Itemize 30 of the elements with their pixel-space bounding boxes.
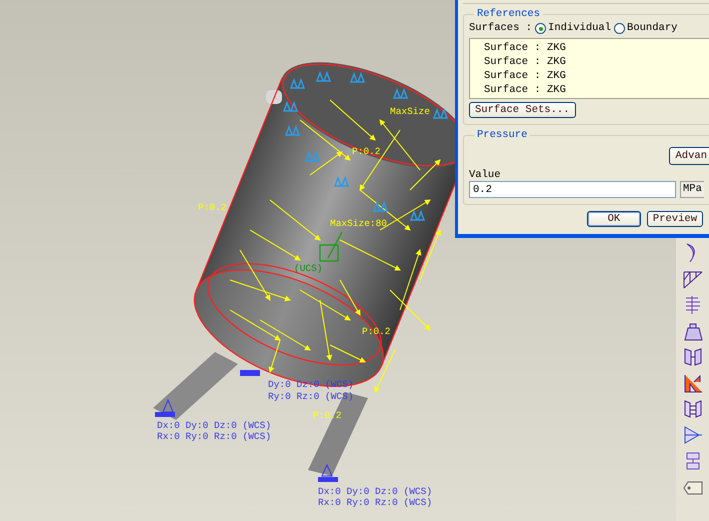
list-item[interactable]: Surface : ZKG bbox=[484, 69, 709, 83]
dialog-button[interactable]: OK bbox=[586, 211, 641, 227]
panel-icon[interactable] bbox=[682, 346, 704, 368]
radio-option[interactable]: Individual bbox=[535, 22, 612, 34]
model-annotation: Dx:0 Dy:0 Dz:0 (WCS) bbox=[318, 486, 432, 497]
model-annotation: (UCS) bbox=[294, 263, 323, 274]
group-title: Pressure bbox=[476, 129, 528, 141]
list-item[interactable]: Surface : ZKG bbox=[484, 41, 709, 55]
advanced-button[interactable]: Advan bbox=[669, 147, 709, 165]
surfaces-label: Surfaces : bbox=[469, 22, 532, 34]
model-annotation: Rx:0 Ry:0 Rz:0 (WCS) bbox=[318, 497, 432, 508]
list-item[interactable]: Surface : ZKG bbox=[484, 83, 709, 97]
corner-icon[interactable] bbox=[682, 372, 704, 394]
list-item[interactable]: Surface : ZKG bbox=[484, 55, 709, 69]
surface-sets-button[interactable]: Surface Sets... bbox=[469, 102, 576, 118]
cone-icon[interactable] bbox=[682, 424, 704, 446]
ladder-icon[interactable] bbox=[682, 398, 704, 420]
model-annotation: P:0.2 bbox=[198, 202, 227, 213]
model-annotation: MaxSize:80 bbox=[330, 218, 388, 229]
group-title: References bbox=[476, 8, 542, 20]
model-annotation: Ry:0 Rz:0 (WCS) bbox=[268, 391, 354, 402]
value-label: Value bbox=[469, 170, 502, 181]
model-annotation: Rx:0 Ry:0 Rz:0 (WCS) bbox=[157, 431, 272, 442]
radio-option[interactable]: Boundary bbox=[614, 22, 678, 34]
dialog-button[interactable]: Preview bbox=[646, 211, 703, 227]
model-annotation: P:0.2 bbox=[313, 410, 342, 421]
model-annotation: MaxSize bbox=[390, 106, 430, 117]
value-field[interactable]: 0.2 bbox=[469, 181, 676, 198]
unit-dropdown[interactable]: MPa bbox=[680, 181, 704, 198]
model-annotation: Dx:0 Dy:0 Dz:0 (WCS) bbox=[157, 420, 272, 431]
